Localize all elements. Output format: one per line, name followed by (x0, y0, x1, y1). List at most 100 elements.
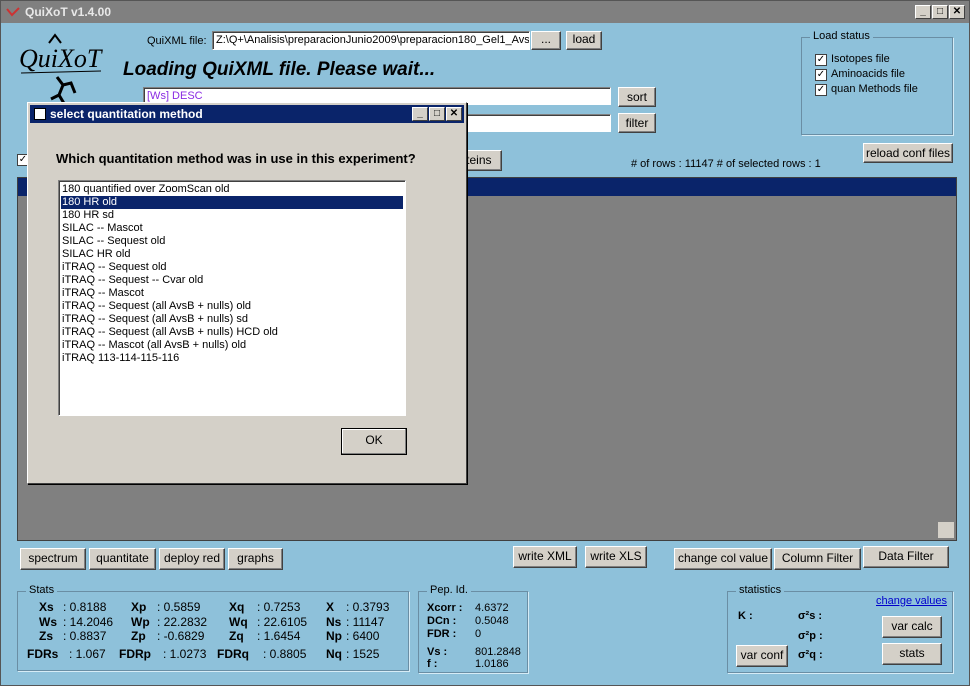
sort-button[interactable]: sort (618, 87, 656, 107)
stat-value: : 0.8805 (263, 647, 307, 661)
stat-value: : -0.6829 (157, 629, 205, 643)
stat-value: : 1525 (346, 647, 380, 661)
isotopes-checkbox[interactable]: ✓ (815, 54, 827, 66)
grid-resize-corner (938, 522, 954, 538)
stat-key: Zp (131, 629, 146, 643)
stat-key: Wq (229, 615, 248, 629)
f-label: f : (427, 658, 438, 670)
stat-value: : 0.8188 (63, 600, 107, 614)
stat-value: : 22.6105 (257, 615, 308, 629)
maximize-button[interactable]: □ (932, 5, 948, 19)
load-status-group: Load status ✓ Isotopes file ✓ Aminoacids… (801, 30, 953, 135)
method-option[interactable]: SILAC -- Sequest old (61, 235, 403, 248)
stat-value: : 0.7253 (257, 600, 301, 614)
dcn-value: 0.5048 (475, 615, 509, 627)
stat-key: Xp (131, 600, 147, 614)
stats-title: Stats (26, 584, 58, 596)
method-option[interactable]: 180 HR sd (61, 209, 403, 222)
stat-value: : 0.8837 (63, 629, 107, 643)
k-label: K : (738, 610, 753, 622)
method-option[interactable]: 180 quantified over ZoomScan old (61, 183, 403, 196)
dialog-close-button[interactable]: ✕ (446, 107, 462, 121)
change-values-link[interactable]: change values (876, 595, 947, 607)
app-icon (6, 7, 20, 17)
method-option[interactable]: iTRAQ -- Sequest (all AvsB + nulls) sd (61, 313, 403, 326)
method-option[interactable]: iTRAQ -- Sequest old (61, 261, 403, 274)
aminoacids-checkbox[interactable]: ✓ (815, 69, 827, 81)
vs-label: Vs : (427, 646, 448, 658)
close-button[interactable]: ✕ (949, 5, 965, 19)
stat-value: : 6400 (346, 629, 380, 643)
dialog-maximize-button[interactable]: □ (429, 107, 445, 121)
filter-button[interactable]: filter (618, 113, 656, 133)
quixml-label: QuiXML file: (147, 35, 207, 47)
write-xml-button[interactable]: write XML (513, 546, 577, 568)
deploy-red-button[interactable]: deploy red (159, 548, 225, 570)
statistics-group: statistics change values K : σ²s : σ²p :… (727, 584, 953, 673)
stat-value: : 0.5859 (157, 600, 201, 614)
method-option[interactable]: SILAC -- Mascot (61, 222, 403, 235)
stat-value: : 0.3793 (346, 600, 390, 614)
stat-key: Zq (229, 629, 244, 643)
method-option[interactable]: iTRAQ -- Sequest (all AvsB + nulls) HCD … (61, 326, 403, 339)
browse-button[interactable]: ... (531, 31, 561, 50)
pep-id-group: Pep. Id. Xcorr : 4.6372 DCn : 0.5048 FDR… (418, 584, 528, 673)
window-title: QuiXoT v1.4.00 (25, 5, 112, 19)
main-window: QuiXoT v1.4.00 _ □ ✕ QuiXoT QuiXML file:… (0, 0, 970, 686)
dcn-label: DCn : (427, 615, 457, 627)
spectrum-button[interactable]: spectrum (20, 548, 86, 570)
method-option[interactable]: iTRAQ -- Sequest -- Cvar old (61, 274, 403, 287)
graphs-button[interactable]: graphs (228, 548, 283, 570)
sigma-q-label: σ²q : (798, 649, 823, 661)
dialog-title-bar: select quantitation method _ □ ✕ (30, 105, 464, 123)
isotopes-label: Isotopes file (831, 53, 890, 65)
method-option[interactable]: iTRAQ -- Sequest (all AvsB + nulls) old (61, 300, 403, 313)
minimize-button[interactable]: _ (915, 5, 931, 19)
dialog-minimize-button[interactable]: _ (412, 107, 428, 121)
method-option[interactable]: iTRAQ -- Mascot (all AvsB + nulls) old (61, 339, 403, 352)
dialog-question: Which quantitation method was in use in … (56, 151, 416, 166)
stat-key: Xs (39, 600, 54, 614)
stat-value: : 1.6454 (257, 629, 301, 643)
stats-button[interactable]: stats (882, 643, 942, 665)
aminoacids-label: Aminoacids file (831, 68, 905, 80)
method-option[interactable]: iTRAQ 113-114-115-116 (61, 352, 403, 365)
change-col-value-button[interactable]: change col value (674, 548, 772, 570)
fdr-value: 0 (475, 628, 482, 640)
method-option[interactable]: iTRAQ -- Mascot (61, 287, 403, 300)
data-filter-button[interactable]: Data Filter (863, 546, 949, 568)
rows-info: # of rows : 11147 # of selected rows : 1 (631, 158, 821, 170)
statistics-title: statistics (736, 584, 785, 596)
stat-key: Np (326, 629, 342, 643)
load-button[interactable]: load (566, 31, 602, 50)
reload-conf-button[interactable]: reload conf files (863, 143, 953, 163)
stat-key: Ws (39, 615, 57, 629)
method-option[interactable]: 180 HR old (61, 196, 403, 209)
svg-text:QuiXoT: QuiXoT (19, 44, 103, 73)
sigma-p-label: σ²p : (798, 630, 823, 642)
xcorr-value: 4.6372 (475, 602, 509, 614)
stat-value: : 1.0273 (163, 647, 207, 661)
xcorr-label: Xcorr : (427, 602, 463, 614)
quixml-path-field[interactable]: Z:\Q+\Analisis\preparacionJunio2009\prep… (212, 31, 530, 50)
sigma-s-label: σ²s : (798, 610, 823, 622)
column-filter-button[interactable]: Column Filter (774, 548, 861, 570)
vs-value: 801.2848 (475, 646, 521, 658)
quan-methods-checkbox[interactable]: ✓ (815, 84, 827, 96)
method-listbox[interactable]: 180 quantified over ZoomScan old 180 HR o… (58, 180, 406, 416)
stat-value: : 1.067 (69, 647, 106, 661)
write-xls-button[interactable]: write XLS (585, 546, 647, 568)
quantitation-method-dialog: select quantitation method _ □ ✕ Which q… (27, 102, 467, 484)
stat-key: Nq (326, 647, 342, 661)
stat-key: Xq (229, 600, 245, 614)
quantitate-button[interactable]: quantitate (89, 548, 156, 570)
stat-value: : 11147 (346, 615, 385, 629)
stat-key: Wp (131, 615, 150, 629)
ok-button[interactable]: OK (341, 428, 407, 455)
loading-message: Loading QuiXML file. Please wait... (123, 59, 436, 80)
fdr-label: FDR : (427, 628, 457, 640)
quan-methods-label: quan Methods file (831, 83, 918, 95)
var-calc-button[interactable]: var calc (882, 616, 942, 638)
method-option[interactable]: SILAC HR old (61, 248, 403, 261)
var-conf-button[interactable]: var conf (736, 645, 788, 667)
